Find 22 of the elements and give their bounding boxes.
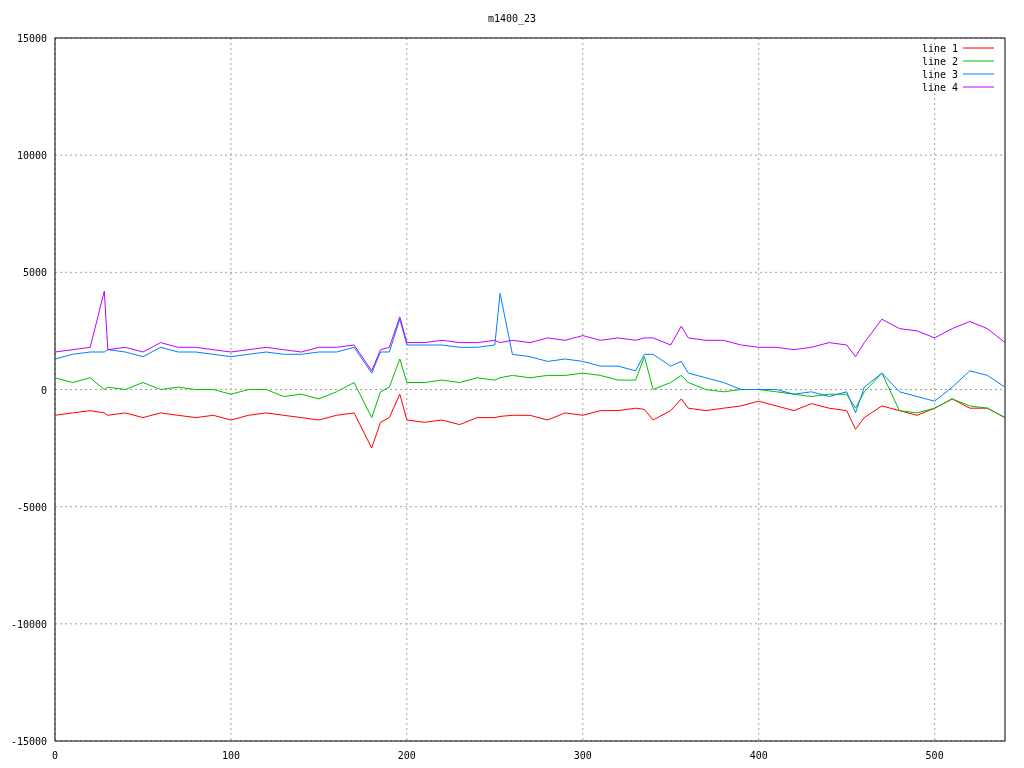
x-tick-label: 100 — [221, 750, 240, 761]
y-tick-label: -10000 — [10, 618, 47, 630]
legend-line-sample — [962, 73, 995, 75]
x-tick-label: 300 — [573, 750, 592, 761]
legend-label: line 1 — [921, 43, 958, 54]
y-tick-label: -15000 — [10, 736, 47, 747]
y-tick-label: 0 — [40, 384, 47, 396]
y-tick-label: 15000 — [16, 33, 47, 44]
legend-label: line 2 — [921, 56, 958, 67]
chart-title: m1400_23 — [487, 13, 537, 24]
y-tick-label: 5000 — [22, 267, 47, 279]
x-tick-label: 500 — [925, 750, 944, 761]
y-tick-label: 10000 — [16, 150, 47, 162]
legend-label: line 4 — [921, 82, 958, 93]
y-tick-label: -5000 — [16, 501, 47, 513]
x-tick-label: 200 — [397, 750, 416, 761]
legend-line-sample — [962, 60, 995, 62]
x-tick-label: 400 — [749, 750, 768, 761]
legend-label: line 3 — [921, 69, 958, 80]
x-tick-label: 0 — [52, 750, 58, 761]
legend-line-sample — [962, 86, 995, 88]
legend-line-sample — [962, 47, 995, 49]
